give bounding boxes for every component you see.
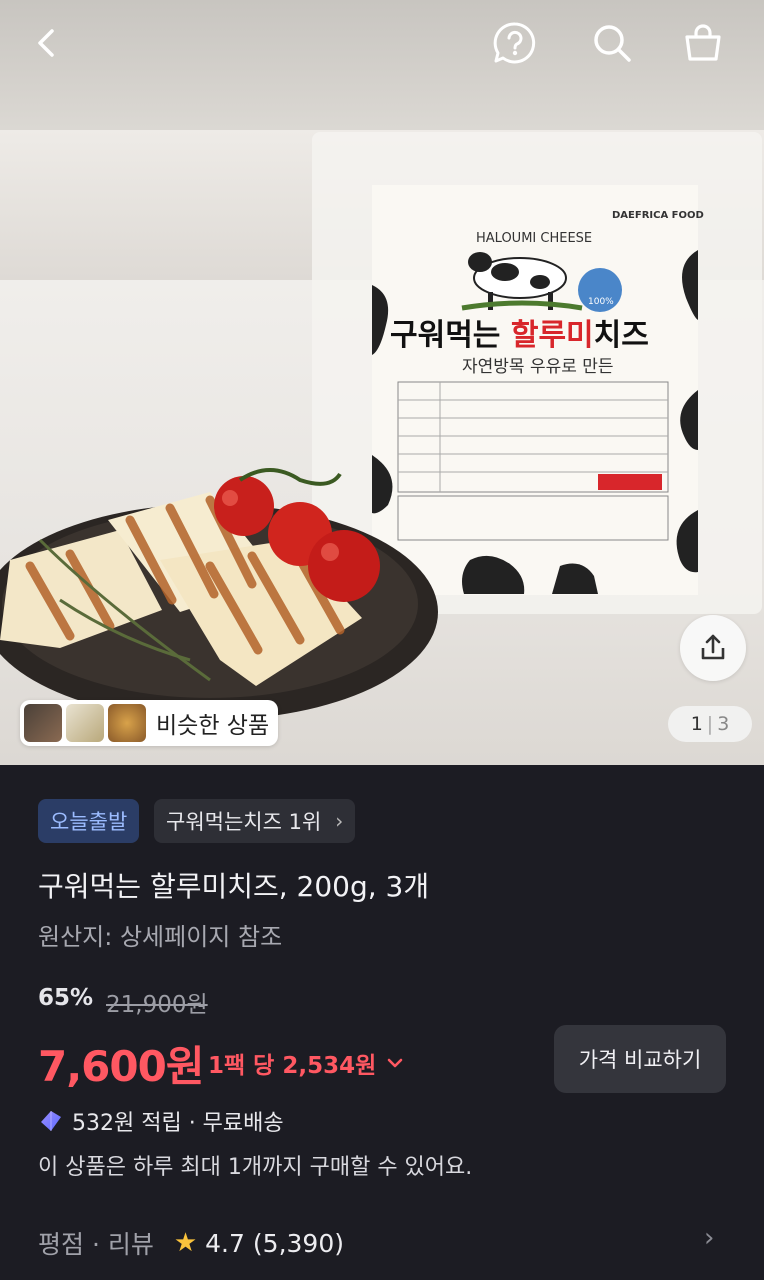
search-button[interactable]	[587, 18, 637, 68]
product-info: 오늘출발 구워먹는치즈 1위 › 구워먹는 할루미치즈, 200g, 3개 원산…	[0, 765, 764, 1280]
svg-text:HALOUMI CHEESE: HALOUMI CHEESE	[476, 231, 592, 246]
delivery-badge-label: 오늘출발	[50, 810, 128, 834]
share-icon	[701, 634, 725, 660]
chevron-right-icon[interactable]: ›	[704, 1223, 714, 1253]
product-image-carousel[interactable]: HALOUMI CHEESE DAEFRICA FOOD 100% 구워먹는 할…	[0, 0, 764, 765]
delivery-badge: 오늘출발	[38, 799, 140, 843]
svg-text:자연방목 우유로 만든: 자연방목 우유로 만든	[462, 357, 614, 377]
pager-current: 1	[690, 713, 703, 735]
purchase-limit-notice: 이 상품은 하루 최대 1개까지 구매할 수 있어요.	[38, 1155, 473, 1180]
product-photo: HALOUMI CHEESE DAEFRICA FOOD 100% 구워먹는 할…	[0, 132, 762, 720]
price-compare-label: 가격 비교하기	[578, 1048, 702, 1072]
search-icon	[594, 25, 631, 62]
svg-text:구워먹는 할루미치즈: 구워먹는 할루미치즈	[390, 318, 649, 353]
help-button[interactable]	[490, 18, 540, 68]
similar-products-button[interactable]: 비슷한 상품	[20, 700, 278, 746]
ranking-badge-label: 구워먹는치즈 1위	[166, 810, 322, 834]
chevron-down-icon	[387, 1058, 403, 1068]
price-compare-button[interactable]: 가격 비교하기	[554, 1025, 726, 1093]
chevron-left-icon	[38, 29, 54, 57]
pager-total: 3	[717, 713, 730, 735]
similar-product-thumbnail	[108, 704, 146, 742]
points-shipping-label: 532원 적립 · 무료배송	[72, 1111, 284, 1136]
unit-price-label: 1팩 당 2,534원	[208, 1053, 377, 1079]
rating-score: 4.7	[205, 1228, 245, 1258]
unit-price-dropdown[interactable]: 1팩 당 2,534원	[208, 1046, 404, 1080]
sale-price: 7,600원	[38, 1042, 204, 1091]
similar-product-thumbnail	[66, 704, 104, 742]
rating-review-row[interactable]: 평점 · 리뷰 ★ 4.7 (5,390)	[38, 1225, 344, 1261]
product-origin: 원산지: 상세페이지 참조	[38, 923, 283, 951]
chevron-right-icon: ›	[335, 809, 344, 833]
product-detail-page: HALOUMI CHEESE DAEFRICA FOOD 100% 구워먹는 할…	[0, 0, 764, 1280]
svg-text:DAEFRICA FOOD: DAEFRICA FOOD	[612, 210, 704, 221]
ranking-badge[interactable]: 구워먹는치즈 1위 ›	[154, 799, 356, 843]
top-navigation-bar	[0, 0, 764, 90]
star-icon: ★	[173, 1228, 198, 1258]
image-pager: 1 | 3	[668, 706, 752, 742]
svg-text:100%: 100%	[588, 297, 614, 307]
similar-products-label: 비슷한 상품	[156, 713, 270, 739]
back-button[interactable]	[22, 18, 72, 68]
original-price: 21,900원	[106, 992, 208, 1018]
product-title: 구워먹는 할루미치즈, 200g, 3개	[38, 870, 430, 903]
reward-gem-icon	[41, 1111, 61, 1131]
discount-rate: 65%	[38, 985, 94, 1011]
review-count: (5,390)	[252, 1228, 344, 1258]
shopping-bag-icon	[685, 24, 721, 61]
cart-button[interactable]	[678, 18, 728, 68]
rating-label: 평점 · 리뷰	[38, 1230, 154, 1259]
question-bubble-icon	[493, 22, 536, 64]
points-shipping-info: 532원 적립 · 무료배송	[38, 1105, 284, 1137]
share-button[interactable]	[680, 615, 746, 681]
similar-product-thumbnail	[24, 704, 62, 742]
